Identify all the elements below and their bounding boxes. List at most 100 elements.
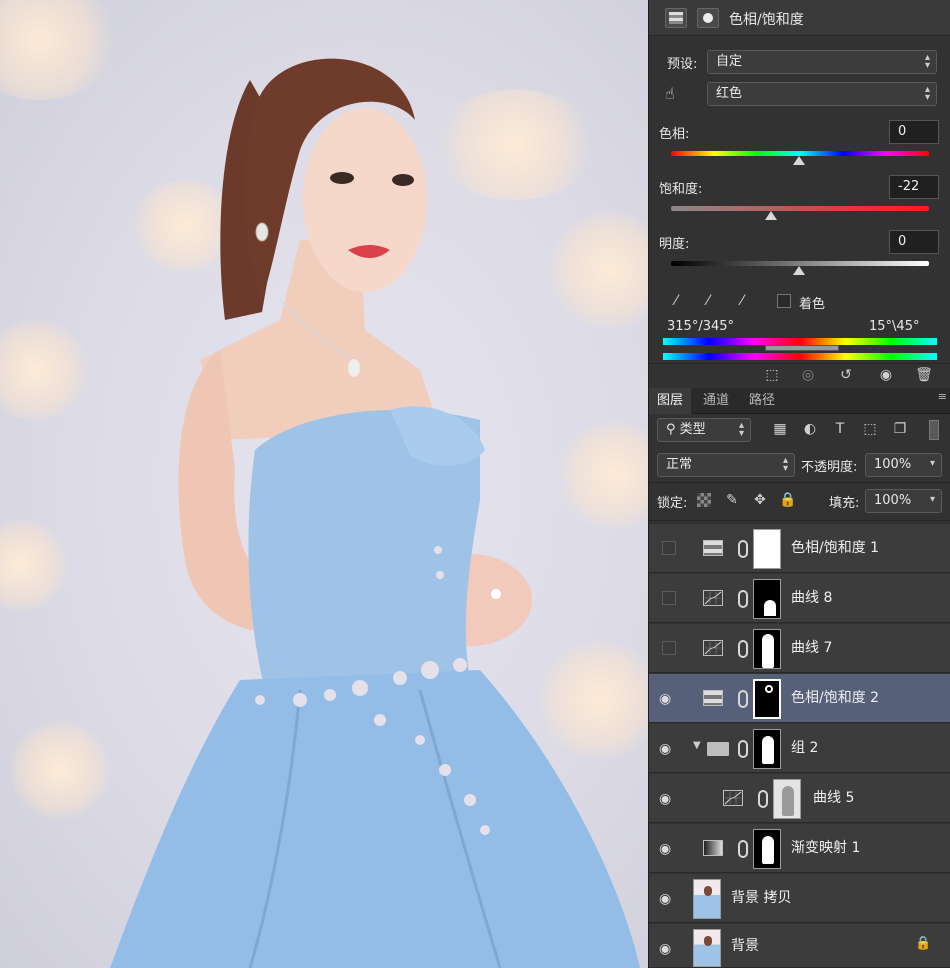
canvas-photo[interactable] [0,0,648,968]
divider [649,520,950,521]
curves-icon [703,640,723,656]
eyedropper-icon[interactable]: ⁄ [665,290,687,312]
eye-icon[interactable]: ◉ [659,740,677,758]
lightness-slider-thumb[interactable] [793,266,805,275]
eye-icon[interactable]: ◉ [659,690,677,708]
eyedropper-plus-icon[interactable]: ⁄ [697,290,719,312]
fill-value: 100% [874,493,912,508]
hue-slider-thumb[interactable] [793,156,805,165]
saturation-slider-thumb[interactable] [765,211,777,220]
layer-row[interactable]: 曲线 7 [649,624,950,673]
collapse-triangle-icon[interactable]: ▼ [693,740,701,751]
filter-smart-object-icon[interactable]: ❐ [889,418,911,440]
filter-toggle[interactable] [929,420,939,440]
layer-thumbnail[interactable] [693,879,721,919]
colorize-checkbox[interactable] [777,294,791,308]
portrait-illustration [110,58,640,968]
eye-icon[interactable]: ◉ [659,790,677,808]
delete-icon[interactable]: 🗑 [913,364,935,386]
link-icon[interactable] [738,640,748,658]
select-arrows-icon: ▴ ▾ [924,52,930,71]
eye-icon[interactable]: ◉ [659,890,677,908]
visibility-checkbox[interactable] [662,541,676,555]
filter-adjustment-icon[interactable]: ◐ [799,418,821,440]
preset-select[interactable]: 自定 ▴ ▾ [707,50,937,74]
layer-row[interactable]: ◉ 渐变映射 1 [649,824,950,873]
range-right-readout: 15°\45° [869,319,920,334]
layer-mask-thumbnail[interactable] [773,779,801,819]
link-icon[interactable] [738,690,748,708]
visibility-checkbox[interactable] [662,591,676,605]
layer-filter-select[interactable]: ⚲ 类型 ▴ ▾ [657,418,751,442]
layer-name: 背景 拷贝 [731,890,792,906]
link-icon[interactable] [738,740,748,758]
eyedropper-minus-icon[interactable]: ⁄ [731,290,753,312]
view-previous-icon[interactable]: ◎ [797,364,819,386]
folder-icon [707,742,729,756]
saturation-slider-track[interactable] [671,206,929,211]
search-icon: ⚲ [666,422,676,437]
select-arrows-icon: ▴ ▾ [782,455,788,474]
eye-icon[interactable]: ◉ [659,940,677,958]
opacity-input[interactable]: 100% ▾ [865,453,942,477]
tab-paths[interactable]: 路径 [741,388,783,414]
layer-mask-thumbnail[interactable] [753,579,781,619]
panel-menu-icon[interactable]: ≡ [938,390,947,403]
lock-all-icon[interactable]: 🔒 [777,489,799,511]
channel-select[interactable]: 红色 ▴ ▾ [707,82,937,106]
adjustment-icon[interactable] [665,8,687,28]
link-icon[interactable] [758,790,768,808]
filter-pixel-icon[interactable]: ▦ [769,418,791,440]
layer-name: 色相/饱和度 1 [791,540,880,556]
colorize-label: 着色 [799,297,826,312]
curves-icon [723,790,743,806]
tab-channels[interactable]: 通道 [695,388,737,414]
visibility-icon[interactable]: ◉ [875,364,897,386]
layer-thumbnail[interactable] [693,929,721,967]
targeted-adjustment-hand-icon[interactable]: ☝ [665,84,687,106]
preset-value: 自定 [716,54,743,69]
lock-transparency-icon[interactable] [697,493,711,507]
layer-mask-thumbnail[interactable] [753,679,781,719]
layer-mask-thumbnail[interactable] [753,829,781,869]
eye-icon[interactable]: ◉ [659,840,677,858]
layer-row[interactable]: 曲线 8 [649,574,950,623]
lightness-input[interactable]: 0 [889,230,939,254]
filter-shape-icon[interactable]: ⬚ [859,418,881,440]
hue-saturation-icon [703,540,723,556]
blend-mode-select[interactable]: 正常 ▴ ▾ [657,453,795,477]
layer-filter-value: 类型 [679,422,706,437]
layer-row[interactable]: ◉ ▼ 组 2 [649,724,950,773]
opacity-value: 100% [874,457,912,472]
link-icon[interactable] [738,540,748,558]
layer-mask-thumbnail[interactable] [753,529,781,569]
visibility-checkbox[interactable] [662,641,676,655]
layer-row[interactable]: 色相/饱和度 1 [649,524,950,573]
layer-row[interactable]: ◉ 背景 🔒 [649,924,950,968]
layer-mask-thumbnail[interactable] [753,729,781,769]
link-icon[interactable] [738,590,748,608]
lock-position-icon[interactable]: ✥ [749,489,771,511]
layers-tabbar: 图层 通道 路径 ≡ [649,388,950,414]
lock-pixels-icon[interactable]: ✎ [721,489,743,511]
layer-name: 曲线 5 [813,790,855,806]
link-icon[interactable] [738,840,748,858]
layer-row[interactable]: ◉ 曲线 5 [649,774,950,823]
layer-mask-thumbnail[interactable] [753,629,781,669]
lock-icon: 🔒 [915,936,932,951]
gradient-map-icon [703,840,723,856]
fill-input[interactable]: 100% ▾ [865,489,942,513]
mask-icon[interactable] [697,8,719,28]
hue-saturation-icon [703,690,723,706]
reset-icon[interactable]: ↺ [835,364,857,386]
tab-layers[interactable]: 图层 [649,388,692,414]
layer-name: 曲线 8 [791,590,833,606]
filter-type-icon[interactable]: T [829,418,851,440]
layer-name: 组 2 [791,740,819,756]
range-selector[interactable] [765,345,839,351]
saturation-input[interactable]: -22 [889,175,939,199]
clip-to-layer-icon[interactable]: ⬚ [761,364,783,386]
hue-input[interactable]: 0 [889,120,939,144]
layer-row-selected[interactable]: ◉ 色相/饱和度 2 [649,674,950,723]
layer-row[interactable]: ◉ 背景 拷贝 [649,874,950,923]
